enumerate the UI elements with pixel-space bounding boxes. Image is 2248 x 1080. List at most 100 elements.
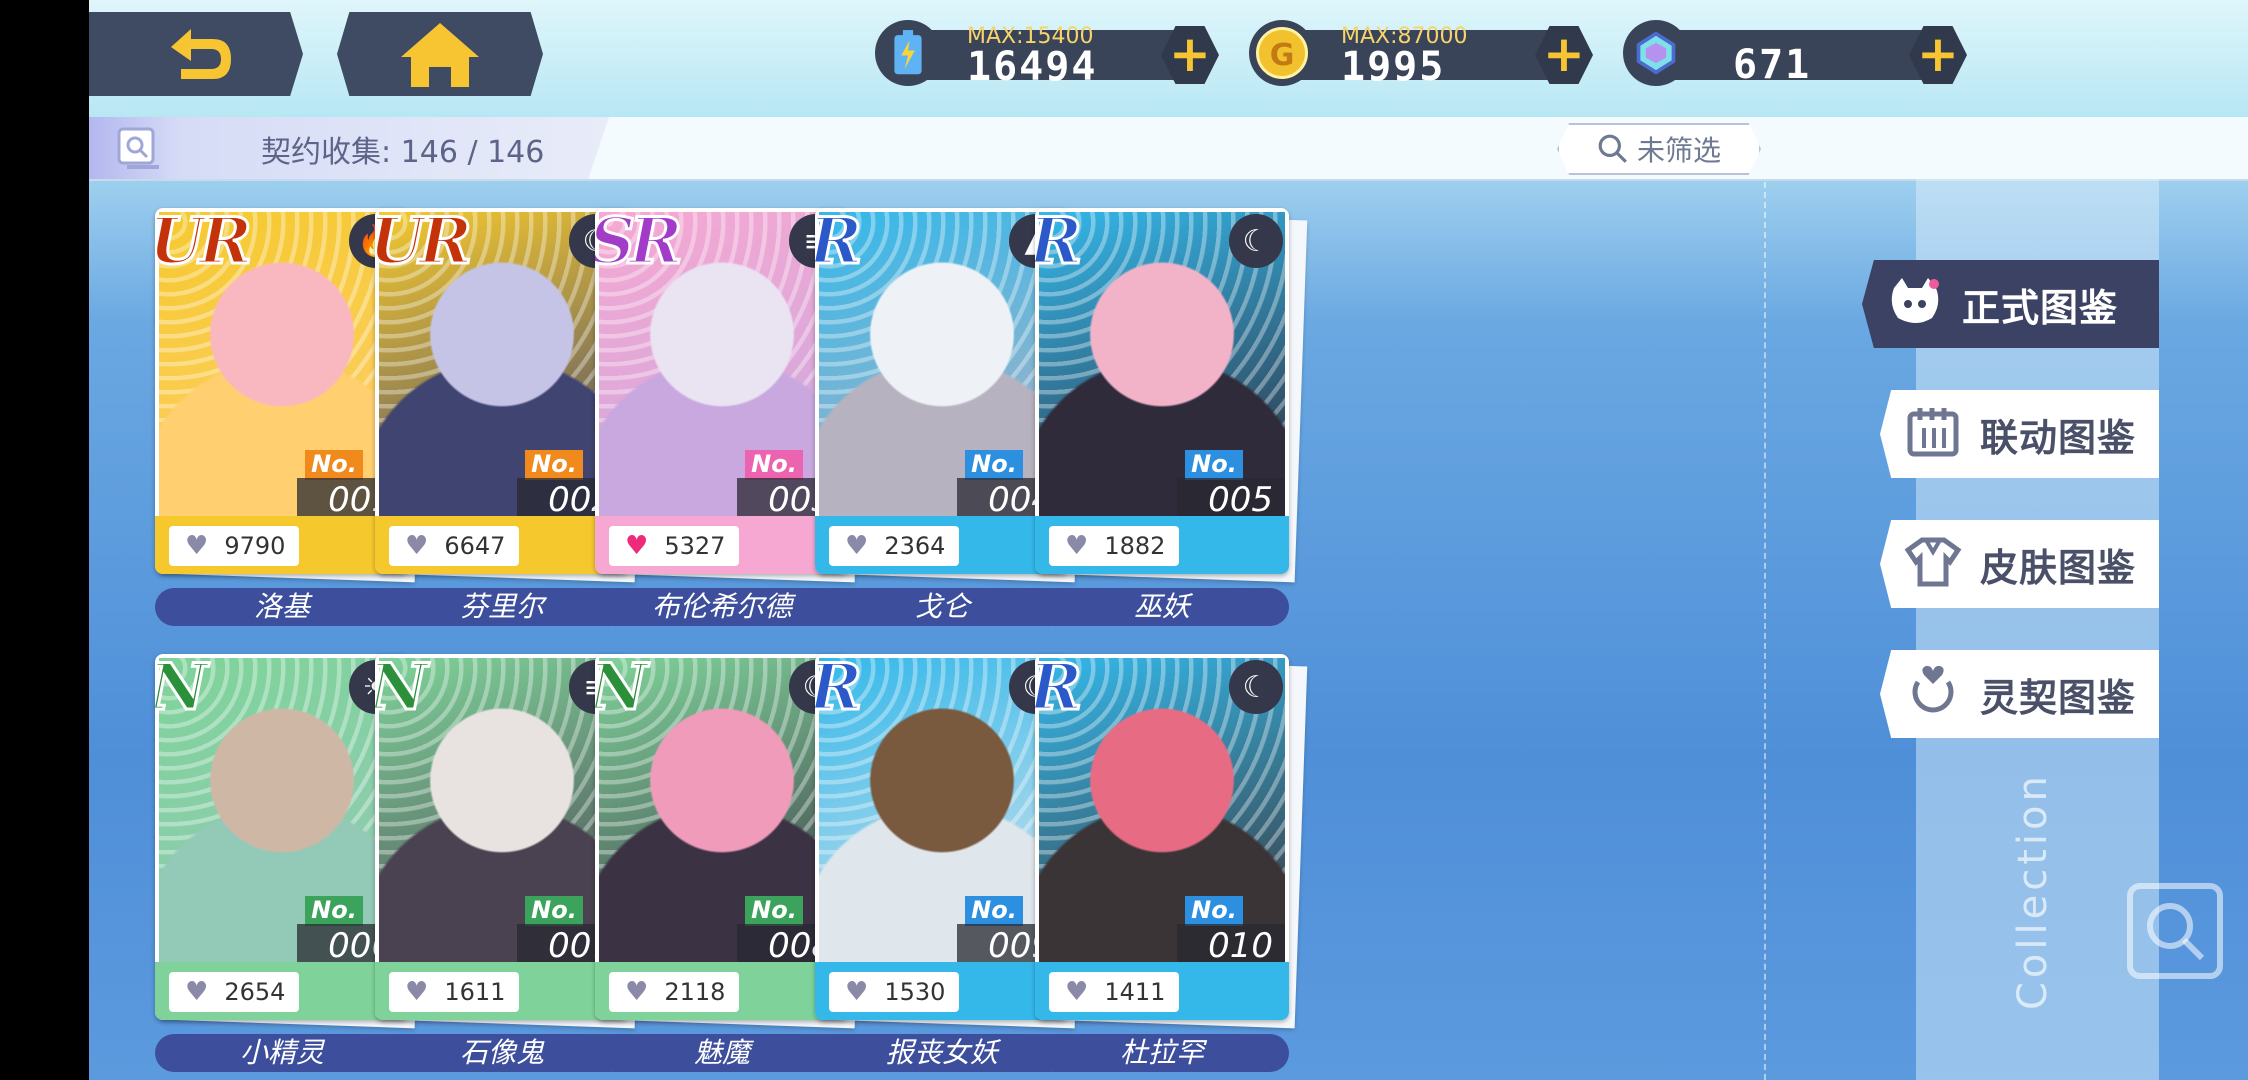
heart-icon: ♥ xyxy=(185,531,209,561)
side-tab-label: 联动图鉴 xyxy=(1980,415,2137,460)
heart-icon: ♥ xyxy=(185,977,209,1007)
card-frame: No. 007 ♥ 1611 N ≡ xyxy=(375,654,629,1020)
collection-title-text: 契约收集 xyxy=(261,135,381,170)
affection-counter: ♥ 1882 xyxy=(1049,526,1179,566)
affection-counter: ♥ 9790 xyxy=(169,526,299,566)
back-arrow-icon xyxy=(171,29,231,79)
side-tab-label: 正式图鉴 xyxy=(1962,285,2119,330)
cat-mascot-icon xyxy=(1886,274,1944,334)
moon-icon: ☾ xyxy=(1229,660,1283,714)
character-name[interactable]: 洛基 xyxy=(155,588,409,626)
side-tab-3[interactable]: 皮肤图鉴 xyxy=(1880,520,2159,608)
affection-counter: ♥ 5327 xyxy=(609,526,739,566)
calendar-icon xyxy=(1904,404,1962,464)
character-name[interactable]: 布伦希尔德 xyxy=(595,588,849,626)
gem-counter: 671 + xyxy=(1623,20,1967,88)
card-footer: ♥ 9790 xyxy=(155,516,409,574)
card-footer: ♥ 2364 xyxy=(815,516,1069,574)
card-footer: ♥ 2654 xyxy=(155,962,409,1020)
collection-side-label: Collection xyxy=(2010,772,2056,1010)
card-frame: No. 005 ♥ 1882 R ☾ xyxy=(1035,208,1289,574)
card-footer: ♥ 5327 xyxy=(595,516,849,574)
rarity-badge: UR xyxy=(375,208,474,281)
card-no-label: No. xyxy=(745,450,803,480)
card-number: 005 xyxy=(1177,478,1285,518)
affection-value: 9790 xyxy=(224,532,286,560)
side-tab-label: 皮肤图鉴 xyxy=(1980,545,2137,590)
affection-counter: ♥ 2364 xyxy=(829,526,959,566)
card-no-label: No. xyxy=(965,896,1023,926)
card-no-label: No. xyxy=(1185,450,1243,480)
character-card[interactable]: No. 010 ♥ 1411 R ☾ xyxy=(1035,654,1308,1029)
card-no-label: No. xyxy=(745,896,803,926)
moon-icon: ☾ xyxy=(1229,214,1283,268)
card-no-label: No. xyxy=(305,450,363,480)
rarity-badge: UR xyxy=(155,208,254,281)
top-bar: MAX:15400 16494 + G MAX:87000 1995 + 671… xyxy=(89,0,2248,118)
affection-counter: ♥ 1611 xyxy=(389,972,519,1012)
rarity-badge: N xyxy=(375,654,429,727)
heart-icon: ♥ xyxy=(625,977,649,1007)
gold-coin-icon: G xyxy=(1249,20,1315,86)
affection-value: 5327 xyxy=(664,532,726,560)
rarity-badge: N xyxy=(155,654,209,727)
card-frame: No. 009 ♥ 1530 R ☾ xyxy=(815,654,1069,1020)
card-no-label: No. xyxy=(525,450,583,480)
heart-icon: ♥ xyxy=(1065,977,1089,1007)
affection-value: 2364 xyxy=(884,532,946,560)
search-icon xyxy=(1598,134,1627,163)
character-card[interactable]: No. 005 ♥ 1882 R ☾ xyxy=(1035,208,1308,583)
heart-icon: ♥ xyxy=(845,977,869,1007)
card-no-label: No. xyxy=(525,896,583,926)
back-button[interactable] xyxy=(89,12,303,96)
affection-value: 1882 xyxy=(1104,532,1166,560)
card-frame: No. 010 ♥ 1411 R ☾ xyxy=(1035,654,1289,1020)
affection-value: 6647 xyxy=(444,532,506,560)
affection-value: 1530 xyxy=(884,978,946,1006)
character-name[interactable]: 杜拉罕 xyxy=(1035,1034,1289,1072)
rarity-badge: R xyxy=(815,654,864,727)
character-name[interactable]: 石像鬼 xyxy=(375,1034,629,1072)
rarity-badge: R xyxy=(1035,654,1084,727)
magnifier-decor-icon xyxy=(2127,883,2223,979)
side-tab-4[interactable]: 灵契图鉴 xyxy=(1880,650,2159,738)
affection-value: 1411 xyxy=(1104,978,1166,1006)
battery-icon xyxy=(875,20,941,86)
character-name[interactable]: 小精灵 xyxy=(155,1034,409,1072)
heart-icon: ♥ xyxy=(625,531,649,561)
affection-counter: ♥ 1530 xyxy=(829,972,959,1012)
rarity-badge: R xyxy=(815,208,864,281)
character-name[interactable]: 戈仑 xyxy=(815,588,1069,626)
character-name[interactable]: 报丧女妖 xyxy=(815,1034,1069,1072)
energy-value: 16494 xyxy=(967,44,1098,90)
game-screen: MAX:15400 16494 + G MAX:87000 1995 + 671… xyxy=(89,0,2248,1080)
collection-count: : 146 / 146 xyxy=(381,135,545,170)
card-footer: ♥ 1611 xyxy=(375,962,629,1020)
heart-icon: ♥ xyxy=(405,531,429,561)
heart-icon: ♥ xyxy=(1065,531,1089,561)
card-no-label: No. xyxy=(1185,896,1243,926)
affection-counter: ♥ 2118 xyxy=(609,972,739,1012)
collection-icon xyxy=(117,127,159,169)
affection-counter: ♥ 2654 xyxy=(169,972,299,1012)
collection-title: 契约收集: 146 / 146 xyxy=(261,127,544,171)
affection-counter: ♥ 1411 xyxy=(1049,972,1179,1012)
card-footer: ♥ 2118 xyxy=(595,962,849,1020)
card-footer: ♥ 1882 xyxy=(1035,516,1289,574)
side-tab-1[interactable]: 正式图鉴 xyxy=(1862,260,2159,348)
card-footer: ♥ 1530 xyxy=(815,962,1069,1020)
affection-counter: ♥ 6647 xyxy=(389,526,519,566)
card-frame: No. 003 ♥ 5327 SR ≡ xyxy=(595,208,849,574)
card-frame: No. 006 ♥ 2654 N ☀ xyxy=(155,654,409,1020)
heart-ring-icon xyxy=(1904,664,1962,724)
character-name[interactable]: 魅魔 xyxy=(595,1034,849,1072)
home-icon xyxy=(401,23,479,87)
side-tab-2[interactable]: 联动图鉴 xyxy=(1880,390,2159,478)
filter-button[interactable]: 未筛选 xyxy=(1557,123,1761,175)
character-name[interactable]: 芬里尔 xyxy=(375,588,629,626)
character-name[interactable]: 巫妖 xyxy=(1035,588,1289,626)
divider xyxy=(1764,182,1766,1080)
rarity-badge: R xyxy=(1035,208,1084,281)
rarity-badge: SR xyxy=(595,208,684,281)
home-button[interactable] xyxy=(337,12,543,96)
